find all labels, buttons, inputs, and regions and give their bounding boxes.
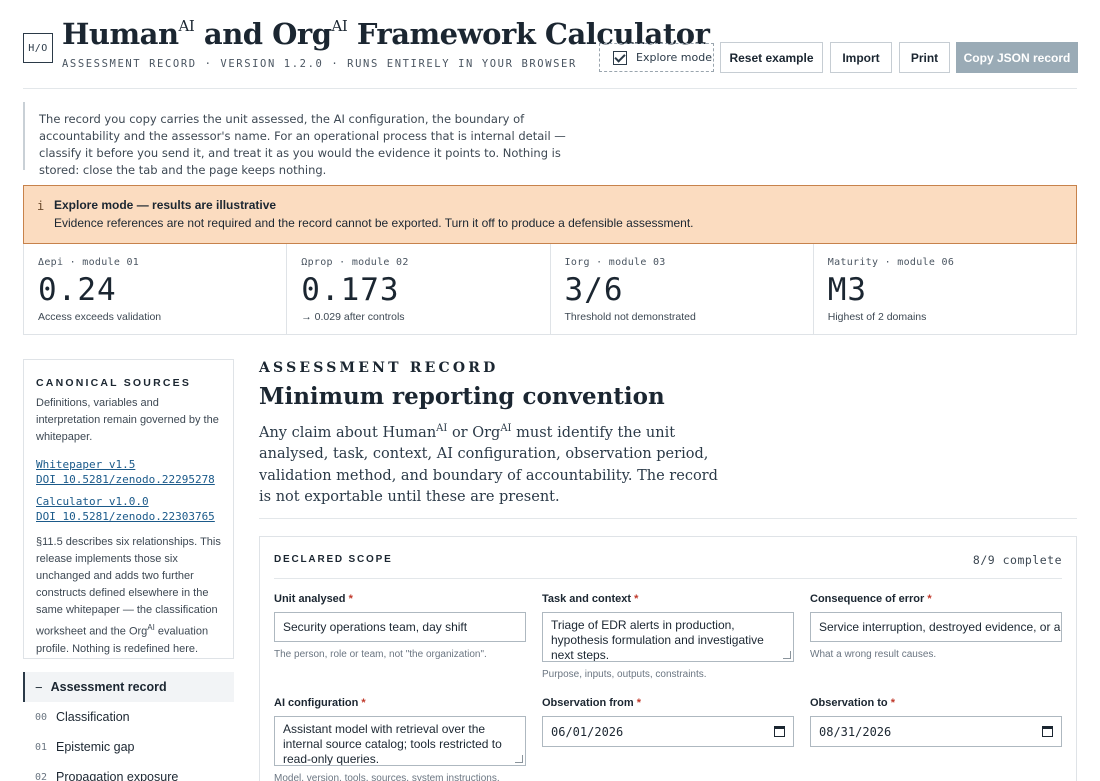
nav-item-label: Epistemic gap bbox=[56, 740, 135, 754]
metric-value: M3 bbox=[827, 272, 868, 308]
field-label: Observation from * bbox=[542, 697, 642, 709]
calendar-icon[interactable] bbox=[1042, 726, 1053, 737]
section-divider bbox=[259, 518, 1077, 519]
observation-from-field: Observation from * 06/01/2026 bbox=[542, 697, 794, 747]
metric-value: 0.173 bbox=[301, 272, 400, 308]
copy-json-record-button[interactable]: Copy JSON record bbox=[956, 42, 1078, 73]
sources-description: Definitions, variables and interpretatio… bbox=[36, 397, 219, 443]
field-label: AI configuration * bbox=[274, 697, 366, 709]
header-divider bbox=[23, 88, 1077, 89]
task-context-textarea[interactable]: Triage of EDR alerts in production, hypo… bbox=[542, 612, 794, 662]
module-nav: − Assessment record 00 Classification 01… bbox=[23, 672, 234, 781]
print-button[interactable]: Print bbox=[899, 42, 950, 73]
sources-heading: CANONICAL SOURCES bbox=[36, 377, 192, 389]
declared-scope-card: DECLARED SCOPE 8/9 complete Unit analyse… bbox=[259, 536, 1077, 781]
observation-to-field: Observation to * 08/31/2026 bbox=[810, 697, 1062, 747]
field-hint: Model, version, tools, sources, system i… bbox=[274, 773, 500, 781]
unit-analysed-input[interactable]: Security operations team, day shift bbox=[274, 612, 526, 642]
metric-label: Δepi · module 01 bbox=[38, 257, 140, 268]
nav-item-assessment-record[interactable]: − Assessment record bbox=[23, 672, 234, 702]
metric-note: Access exceeds validation bbox=[38, 311, 162, 323]
canonical-sources-panel: CANONICAL SOURCES Definitions, variables… bbox=[23, 359, 234, 659]
metric-label: Ωprop · module 02 bbox=[301, 257, 409, 268]
reset-example-button[interactable]: Reset example bbox=[720, 42, 823, 73]
metric-note: → 0.029 after controls bbox=[301, 311, 405, 323]
collapse-icon: − bbox=[35, 679, 43, 695]
explore-mode-toggle[interactable]: Explore mode bbox=[599, 43, 714, 72]
checkbox-checked-icon[interactable] bbox=[613, 50, 627, 65]
nav-item-number: 00 bbox=[35, 711, 48, 723]
nav-item-propagation-exposure[interactable]: 02 Propagation exposure bbox=[23, 762, 234, 781]
field-hint: The person, role or team, not "the organ… bbox=[274, 649, 487, 660]
metric-note: Highest of 2 domains bbox=[827, 311, 927, 323]
nav-item-classification[interactable]: 00 Classification bbox=[23, 702, 234, 732]
field-hint: What a wrong result causes. bbox=[810, 649, 937, 660]
import-button[interactable]: Import bbox=[830, 42, 892, 73]
metric-label: Maturity · module 06 bbox=[827, 257, 955, 268]
nav-item-number: 01 bbox=[35, 741, 48, 753]
task-context-field: Task and context * Triage of EDR alerts … bbox=[542, 593, 794, 680]
privacy-notice: The record you copy carries the unit ass… bbox=[23, 102, 583, 177]
metrics-strip: Δepi · module 01 0.24 Access exceeds val… bbox=[23, 244, 1077, 335]
metric-note: Threshold not demonstrated bbox=[564, 311, 696, 323]
whitepaper-doi-link[interactable]: Whitepaper v1.5 DOI 10.5281/zenodo.222952… bbox=[36, 457, 221, 487]
section-description: Any claim about HumanAI or OrgAI must id… bbox=[259, 423, 718, 506]
metric-value: 0.24 bbox=[38, 272, 117, 308]
calendar-icon[interactable] bbox=[774, 726, 785, 737]
completion-count: 8/9 complete bbox=[972, 553, 1062, 567]
warning-body: Evidence references are not required and… bbox=[54, 216, 694, 230]
consequence-input[interactable]: Service interruption, destroyed evidence… bbox=[810, 612, 1062, 642]
nav-item-label: Assessment record bbox=[50, 680, 167, 694]
app-logo: H/O bbox=[23, 33, 53, 63]
info-icon: i bbox=[37, 199, 45, 213]
sources-scope-note: §11.5 describes six relationships. This … bbox=[36, 536, 221, 655]
page-subtitle: ASSESSMENT RECORD · VERSION 1.2.0 · RUNS… bbox=[62, 58, 577, 70]
section-title: Minimum reporting convention bbox=[259, 383, 665, 410]
ai-configuration-field: AI configuration * Assistant model with … bbox=[274, 697, 526, 781]
explore-mode-label: Explore mode bbox=[636, 51, 712, 64]
explore-mode-warning: i Explore mode — results are illustrativ… bbox=[23, 185, 1077, 244]
metric-propagation: Ωprop · module 02 0.173 → 0.029 after co… bbox=[287, 244, 551, 334]
field-hint: Purpose, inputs, outputs, constraints. bbox=[542, 669, 707, 680]
observation-to-date-input[interactable]: 08/31/2026 bbox=[810, 716, 1062, 747]
metric-org-integration: Iorg · module 03 3/6 Threshold not demon… bbox=[551, 244, 814, 334]
field-label: Task and context * bbox=[542, 593, 639, 605]
ai-configuration-textarea[interactable]: Assistant model with retrieval over the … bbox=[274, 716, 526, 766]
field-label: Observation to * bbox=[810, 697, 895, 709]
scope-divider bbox=[274, 578, 1062, 579]
nav-item-epistemic-gap[interactable]: 01 Epistemic gap bbox=[23, 732, 234, 762]
calculator-doi-link[interactable]: Calculator v1.0.0 DOI 10.5281/zenodo.2230… bbox=[36, 494, 221, 524]
metric-maturity: Maturity · module 06 M3 Highest of 2 dom… bbox=[814, 244, 1076, 334]
field-label: Unit analysed * bbox=[274, 593, 353, 605]
nav-item-label: Classification bbox=[56, 710, 130, 724]
metric-value: 3/6 bbox=[564, 272, 624, 308]
metric-label: Iorg · module 03 bbox=[564, 257, 666, 268]
section-eyebrow: ASSESSMENT RECORD bbox=[259, 360, 499, 376]
warning-title: Explore mode — results are illustrative bbox=[54, 198, 277, 212]
metric-epistemic-gap: Δepi · module 01 0.24 Access exceeds val… bbox=[24, 244, 288, 334]
unit-analysed-field: Unit analysed * Security operations team… bbox=[274, 593, 526, 660]
nav-item-number: 02 bbox=[35, 771, 48, 781]
observation-from-date-input[interactable]: 06/01/2026 bbox=[542, 716, 794, 747]
field-label: Consequence of error * bbox=[810, 593, 932, 605]
scope-heading: DECLARED SCOPE bbox=[274, 554, 393, 565]
nav-item-label: Propagation exposure bbox=[56, 770, 179, 781]
consequence-field: Consequence of error * Service interrupt… bbox=[810, 593, 1062, 660]
